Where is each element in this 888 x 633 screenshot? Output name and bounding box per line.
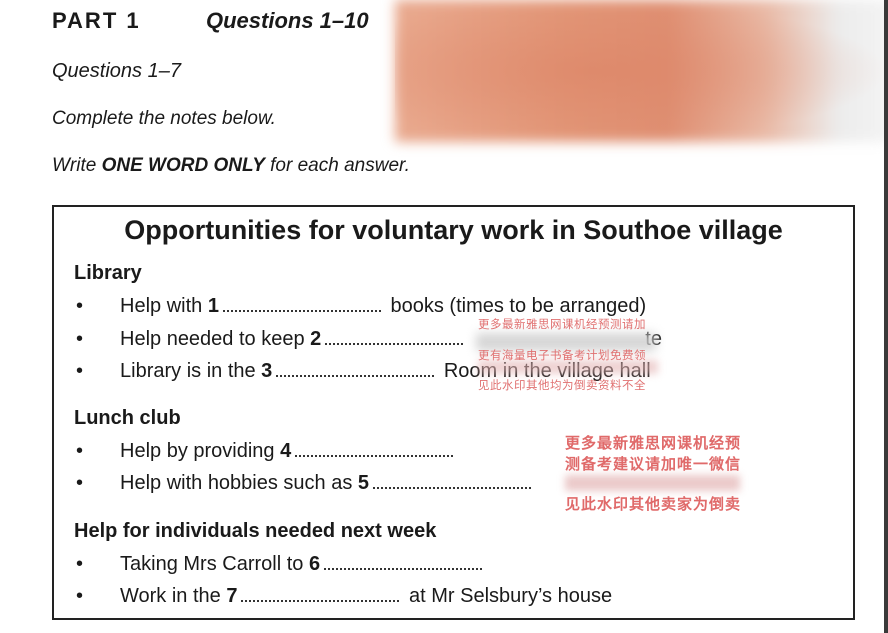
note-item-q1: Help with 1 books (times to be arranged) bbox=[120, 295, 646, 318]
note-text: at Mr Selsbury’s house bbox=[403, 585, 613, 607]
note-text: books (times to be arranged) bbox=[384, 295, 647, 317]
watermark-text: 更多最新雅思网课机经预 bbox=[565, 435, 742, 452]
page-edge bbox=[884, 0, 888, 633]
bullet-icon: • bbox=[76, 472, 84, 494]
question-number: 6 bbox=[308, 553, 321, 575]
note-text: Work in the bbox=[120, 585, 227, 607]
bullet-icon: • bbox=[76, 553, 84, 575]
blurred-overlay-glow bbox=[395, 0, 888, 142]
bullet-icon: • bbox=[76, 328, 84, 350]
note-item-q4: Help by providing 4 bbox=[120, 440, 457, 463]
instruction-word-limit: Write ONE WORD ONLY for each answer. bbox=[52, 155, 410, 177]
questions-subheading: Questions 1–7 bbox=[52, 60, 181, 82]
answer-blank[interactable] bbox=[222, 309, 381, 312]
question-number: 2 bbox=[310, 328, 322, 350]
answer-blank[interactable] bbox=[325, 342, 464, 345]
note-item-q7: Work in the 7 at Mr Selsbury’s house bbox=[120, 585, 612, 608]
question-number: 4 bbox=[280, 440, 292, 462]
watermark-text: 更有海量电子书备考计划免费领 bbox=[478, 350, 646, 362]
note-item-q5: Help with hobbies such as 5 bbox=[120, 472, 535, 495]
note-text: Help needed to keep bbox=[120, 328, 311, 350]
note-text: Taking Mrs Carroll to bbox=[120, 553, 309, 575]
question-number: 5 bbox=[357, 472, 370, 494]
answer-blank[interactable] bbox=[241, 599, 400, 602]
answer-blank[interactable] bbox=[295, 454, 454, 457]
answer-blank[interactable] bbox=[373, 486, 532, 489]
instruction-word-limit-post: for each answer. bbox=[264, 155, 410, 176]
note-text: Help by providing bbox=[120, 440, 281, 462]
bullet-icon: • bbox=[76, 360, 84, 382]
question-number: 1 bbox=[207, 295, 219, 317]
part-label: PART 1 bbox=[52, 8, 141, 33]
instruction-complete-notes: Complete the notes below. bbox=[52, 108, 276, 129]
note-text: Library is in the bbox=[120, 360, 262, 382]
answer-blank[interactable] bbox=[276, 374, 435, 377]
notes-title: Opportunities for voluntary work in Sout… bbox=[124, 215, 783, 245]
watermark-text: 见此水印其他均为倒卖资料不全 bbox=[478, 380, 646, 392]
bullet-icon: • bbox=[76, 585, 84, 607]
watermark-text: 见此水印其他卖家为倒卖 bbox=[565, 496, 742, 513]
note-text: Help with hobbies such as bbox=[120, 472, 358, 494]
note-item-q6: Taking Mrs Carroll to 6 bbox=[120, 553, 486, 576]
part-questions-range: Questions 1–10 bbox=[206, 8, 369, 33]
watermark-text: 更多最新雅思网课机经预测请加 bbox=[478, 319, 646, 331]
section-heading-lunch-club: Lunch club bbox=[74, 407, 181, 429]
blurred-text bbox=[565, 475, 740, 491]
answer-blank[interactable] bbox=[324, 567, 483, 570]
watermark-text: 测备考建议请加唯一微信 bbox=[565, 456, 742, 473]
question-number: 3 bbox=[261, 360, 273, 382]
question-number: 7 bbox=[226, 585, 238, 607]
bullet-icon: • bbox=[76, 295, 84, 317]
instruction-word-limit-bold: ONE WORD ONLY bbox=[101, 155, 265, 176]
section-heading-help-individuals: Help for individuals needed next week bbox=[74, 520, 437, 542]
section-heading-library: Library bbox=[74, 262, 142, 284]
bullet-icon: • bbox=[76, 440, 84, 462]
instruction-word-limit-pre: Write bbox=[52, 155, 102, 176]
note-text: Help with bbox=[120, 295, 208, 317]
